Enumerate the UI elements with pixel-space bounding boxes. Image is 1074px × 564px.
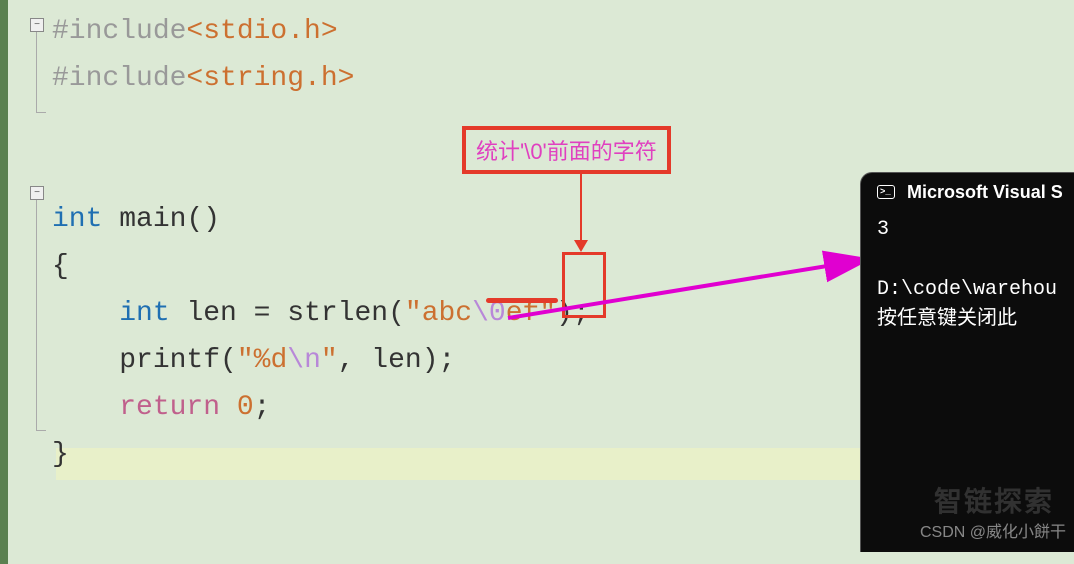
arrow-line — [580, 170, 582, 242]
number-literal: 0 — [237, 392, 254, 423]
console-output: 3 D:\code\warehou 按任意键关闭此 — [861, 211, 1074, 339]
return-keyword: return — [119, 392, 220, 423]
string-literal: "abc — [405, 298, 472, 329]
brace: { — [52, 251, 69, 282]
indent — [52, 392, 119, 423]
main-fn-name: main() — [102, 204, 220, 235]
header-name: <string.h> — [186, 63, 354, 94]
console-window[interactable]: >_ Microsoft Visual S 3 D:\code\warehou … — [860, 172, 1074, 552]
escape-char: \n — [287, 345, 321, 376]
csdn-attribution: CSDN @威化小餅干 — [920, 518, 1066, 542]
preprocessor: #include — [52, 63, 186, 94]
type-keyword: int — [52, 204, 102, 235]
console-titlebar: >_ Microsoft Visual S — [861, 173, 1074, 211]
code-block[interactable]: #include<stdio.h> #include<string.h> int… — [52, 8, 590, 478]
fold-end — [36, 430, 46, 431]
left-gutter-bar — [0, 0, 8, 564]
string-literal: "%d — [237, 345, 287, 376]
fold-line — [36, 200, 37, 430]
output-prompt: 按任意键关闭此 — [877, 308, 1017, 331]
highlight-box-escape — [562, 252, 606, 318]
arrow-head-icon — [574, 240, 588, 252]
space — [220, 392, 237, 423]
fold-gutter: − − — [8, 0, 48, 564]
indent — [52, 298, 119, 329]
type-keyword: int — [119, 298, 169, 329]
underline-abc — [486, 298, 558, 303]
annotation-callout: 统计'\0'前面的字符 — [462, 126, 671, 174]
output-path: D:\code\warehou — [877, 278, 1057, 301]
string-literal: " — [321, 345, 338, 376]
output-value: 3 — [877, 218, 889, 241]
code-text: , len); — [338, 345, 456, 376]
preprocessor: #include — [52, 16, 186, 47]
semicolon: ; — [254, 392, 271, 423]
console-title: Microsoft Visual S — [907, 182, 1063, 203]
fold-line — [36, 32, 37, 112]
header-name: <stdio.h> — [186, 16, 337, 47]
fold-end — [36, 112, 46, 113]
terminal-icon: >_ — [877, 185, 895, 199]
code-text: len = strlen( — [170, 298, 405, 329]
fold-toggle-includes[interactable]: − — [30, 18, 44, 32]
code-text: printf( — [119, 345, 237, 376]
fold-toggle-main[interactable]: − — [30, 186, 44, 200]
brace: } — [52, 439, 69, 470]
indent — [52, 345, 119, 376]
watermark-text: 智链探索 — [934, 480, 1054, 520]
